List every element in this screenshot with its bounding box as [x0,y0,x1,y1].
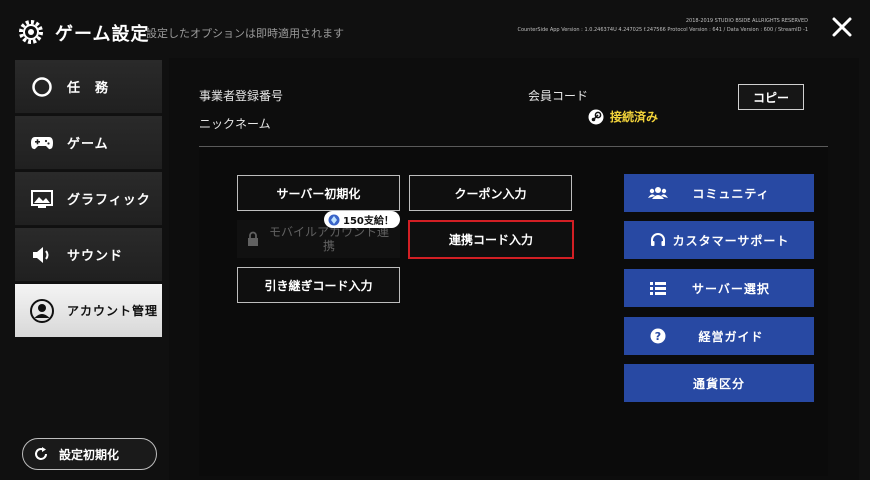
circle-icon [27,75,57,99]
gem-icon [328,214,340,225]
sidebar-item-graphics[interactable]: グラフィック [15,172,162,226]
top-bar: ゲーム設定 設定したオプションは即時適用されます 2018-2019 STUDI… [0,0,870,58]
server-select-label: サーバー選択 [692,281,770,296]
link-code-button[interactable]: 連携コード入力 [408,220,574,259]
sidebar-item-account[interactable]: アカウント管理 [15,284,162,338]
nickname-label: ニックネーム [199,117,271,131]
sidebar-item-label: 任 務 [67,81,110,96]
gamepad-icon [27,131,57,155]
business-number-label: 事業者登録番号 [199,89,284,103]
currency-category-label: 通貨区分 [692,376,745,391]
sidebar-item-label: サウンド [67,249,124,264]
version-info: 2018-2019 STUDIO BSIDE ALLRIGHTS RESERVE… [388,17,808,35]
community-button[interactable]: コミュニティ [624,174,814,212]
sidebar-item-game[interactable]: ゲーム [15,116,162,170]
sidebar-item-mission[interactable]: 任 務 [15,60,162,114]
customer-support-label: カスタマーサポート [672,233,790,248]
management-guide-label: 経営ガイド [698,329,764,344]
server-select-button[interactable]: サーバー選択 [624,269,814,307]
list-icon [648,279,668,297]
connected-label: 接続済み [610,110,659,124]
mobile-link-label: モバイルアカウント連携 [269,225,390,253]
reset-settings-label: 設定初期化 [59,447,120,462]
gear-icon [19,20,43,44]
people-icon [648,184,668,202]
lock-icon [248,231,258,246]
member-code-label: 会員コード [528,89,589,103]
sidebar-item-label: ゲーム [67,137,109,152]
user-icon [27,298,57,323]
headset-icon [648,231,668,249]
image-icon [27,187,57,211]
close-icon[interactable] [831,16,853,38]
steam-icon [588,109,604,124]
transfer-code-button[interactable]: 引き継ぎコード入力 [237,267,400,303]
sidebar-item-label: アカウント管理 [67,304,159,318]
speaker-icon [27,243,57,267]
customer-support-button[interactable]: カスタマーサポート [624,221,814,259]
management-guide-button[interactable]: ? 経営ガイド [624,317,814,355]
refresh-icon [35,447,47,460]
reward-badge: 150支給！ [324,211,400,228]
coupon-button[interactable]: クーポン入力 [409,175,572,211]
copy-button[interactable]: コピー [738,84,804,110]
copyright-text: 2018-2019 STUDIO BSIDE ALLRIGHTS RESERVE… [685,18,808,24]
help-icon: ? [648,327,668,345]
connection-status: 接続済み [588,108,658,125]
version-text: CounterSide App Version : 1.0.246374U 4.… [517,27,808,33]
community-label: コミュニティ [692,186,770,201]
sidebar-item-sound[interactable]: サウンド [15,228,162,282]
page-subtitle: 設定したオプションは即時適用されます [146,27,344,40]
svg-text:?: ? [655,330,661,343]
reward-badge-text: 150支給！ [343,216,394,227]
page-title: ゲーム設定 [55,24,150,45]
sidebar-item-label: グラフィック [67,193,151,208]
reset-settings-button[interactable]: 設定初期化 [22,438,157,470]
currency-category-button[interactable]: 通貨区分 [624,364,814,402]
server-reset-button[interactable]: サーバー初期化 [237,175,400,211]
